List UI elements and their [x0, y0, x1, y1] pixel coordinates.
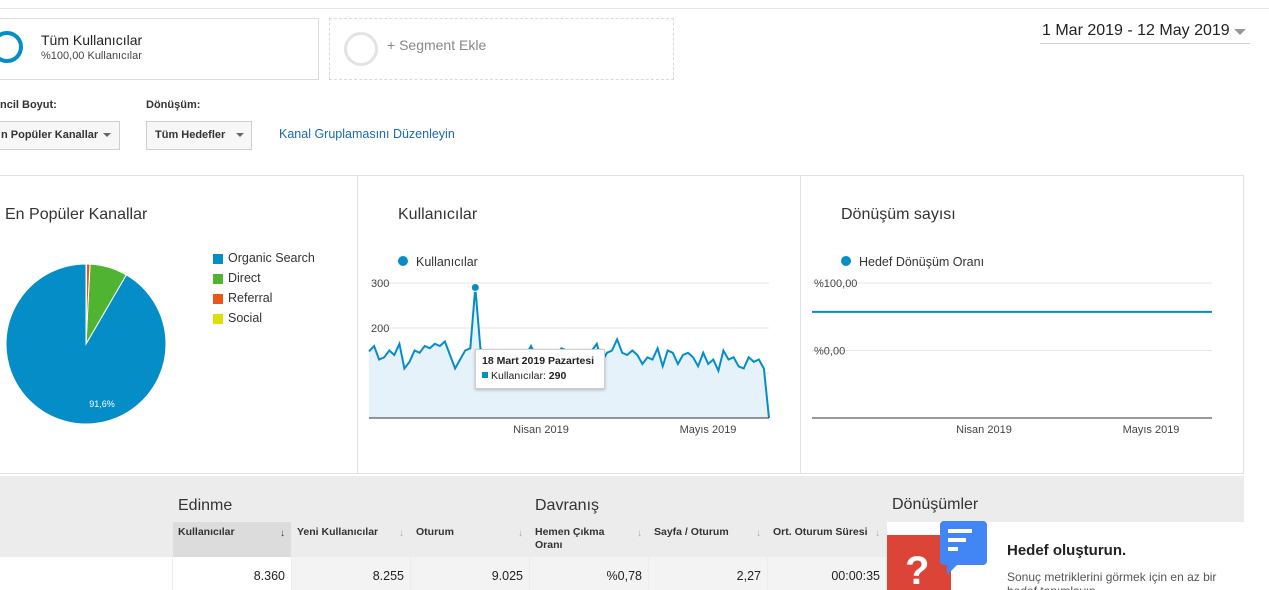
- legend-label: Referral: [228, 291, 273, 305]
- add-segment-label[interactable]: + Segment Ekle: [387, 37, 486, 53]
- legend-swatch: [213, 294, 223, 304]
- top-divider: [0, 8, 1269, 9]
- table-cell: 2,27: [649, 557, 767, 590]
- x-tick-label: Nisan 2019: [513, 424, 569, 436]
- column-header[interactable]: Kullanıcılar ↓: [173, 522, 291, 557]
- column-header[interactable]: Ort. Oturum Süresi ↓: [768, 522, 886, 557]
- column-header-label: Sayfa / Oturum: [654, 526, 729, 538]
- column-header-label: Kullanıcılar: [178, 526, 235, 538]
- sort-arrow-active-icon[interactable]: ↓: [280, 527, 285, 540]
- svg-text:?: ?: [905, 549, 929, 590]
- column-header[interactable]: Oturum ↓: [411, 522, 529, 557]
- conversions-series-name: Hedef Dönüşüm Oranı: [859, 255, 985, 269]
- legend-swatch: [213, 274, 223, 284]
- group-header-conversions: Dönüşümler: [892, 496, 979, 513]
- conversions-series-dot: [841, 256, 851, 266]
- group-header-behavior: Davranış: [535, 497, 600, 514]
- legend-label: Organic Search: [228, 251, 315, 265]
- segment-title: Tüm Kullanıcılar: [41, 32, 143, 48]
- panel-divider: [357, 176, 358, 474]
- users-panel-title: Kullanıcılar: [398, 206, 478, 223]
- goal-promo-title: Hedef oluşturun.: [1007, 542, 1127, 559]
- table-cell: 9.025: [411, 557, 529, 590]
- sort-arrow-icon[interactable]: ↓: [756, 527, 761, 540]
- tooltip-row: Kullanıcılar: 290: [482, 370, 598, 382]
- sort-arrow-icon[interactable]: ↓: [637, 527, 642, 540]
- segment-ring-icon: [0, 31, 23, 63]
- sort-arrow-icon[interactable]: ↓: [518, 527, 523, 540]
- y-tick-label: 200: [371, 323, 389, 335]
- primary-dimension-caret-icon[interactable]: [103, 133, 111, 137]
- column-header-label: Hemen Çıkma Oranı: [535, 526, 605, 551]
- conversion-label: Dönüşüm:: [146, 99, 201, 111]
- segment-subtitle: %100,00 Kullanıcılar: [41, 50, 142, 62]
- table-cell: %0,78: [530, 557, 648, 590]
- channels-pie-chart: 91,6%: [5, 263, 167, 425]
- column-header[interactable]: Yeni Kullanıcılar ↓: [292, 522, 410, 557]
- pie-slice-social: [85, 263, 88, 345]
- pie-data-label: 91,6%: [89, 399, 115, 409]
- table-cell: 00:00:35: [768, 557, 886, 590]
- date-range-picker[interactable]: 1 Mar 2019 - 12 May 2019: [1040, 20, 1250, 44]
- y-tick-label: %100,00: [814, 278, 857, 290]
- tooltip-series-swatch: [482, 372, 488, 378]
- add-segment-ring-icon: [344, 32, 378, 66]
- tooltip-date: 18 Mart 2019 Pazartesi: [482, 355, 595, 367]
- legend-swatch: [213, 314, 223, 324]
- add-segment-card[interactable]: [329, 18, 674, 80]
- conversion-caret-icon[interactable]: [236, 133, 244, 137]
- conversions-panel-title: Dönüşüm sayısı: [841, 206, 956, 223]
- date-range-caret-icon[interactable]: [1234, 29, 1246, 35]
- users-series-dot: [398, 256, 408, 266]
- y-tick-label: %0,00: [814, 346, 845, 358]
- table-cell: 8.360: [173, 557, 291, 590]
- column-header[interactable]: Hemen Çıkma Oranı ↓: [530, 522, 648, 557]
- channels-panel-title: En Popüler Kanallar: [5, 206, 148, 223]
- goal-promo-icon: ?: [887, 521, 987, 590]
- legend-label: Social: [228, 311, 263, 325]
- conversion-value: Tüm Hedefler: [155, 129, 226, 141]
- column-header[interactable]: Sayfa / Oturum ↓: [649, 522, 767, 557]
- legend-label: Direct: [228, 271, 261, 285]
- legend-swatch: [213, 254, 223, 264]
- tooltip-label: Kullanıcılar:: [491, 370, 546, 382]
- column-header-label: Ort. Oturum Süresi: [773, 526, 868, 538]
- segment-card-all-users[interactable]: [0, 18, 319, 80]
- column-header-label: Oturum: [416, 526, 454, 538]
- primary-dimension-label: ncil Boyut:: [0, 99, 57, 111]
- x-tick-label: Mayıs 2019: [1123, 424, 1180, 436]
- chart-tooltip: 18 Mart 2019 Pazartesi Kullanıcılar: 290: [475, 349, 605, 389]
- conversions-line-chart[interactable]: %0,00 %100,00 Nisan 2019 Mayıs 2019: [808, 275, 1218, 440]
- x-tick-label: Nisan 2019: [956, 424, 1012, 436]
- sort-arrow-icon[interactable]: ↓: [875, 527, 880, 540]
- tooltip-value: 290: [548, 370, 567, 382]
- primary-dimension-value: n Popüler Kanallar: [1, 129, 99, 141]
- panel-divider: [800, 176, 801, 474]
- table-row-label-cell: [0, 557, 172, 590]
- column-header-label: Yeni Kullanıcılar: [297, 526, 379, 538]
- goal-promo-text: Sonuç metriklerini görmek için en az bir…: [1007, 570, 1217, 590]
- group-header-acquisition: Edinme: [178, 497, 233, 514]
- sort-arrow-icon[interactable]: ↓: [399, 527, 404, 540]
- edit-channel-grouping-link[interactable]: Kanal Gruplamasını Düzenleyin: [279, 127, 455, 141]
- y-tick-label: 300: [371, 278, 389, 290]
- primary-dimension-dropdown[interactable]: n Popüler Kanallar: [0, 121, 120, 150]
- table-cell: 8.255: [292, 557, 410, 590]
- hover-point: [470, 283, 480, 292]
- users-series-name: Kullanıcılar: [416, 255, 478, 269]
- x-tick-label: Mayıs 2019: [680, 424, 737, 436]
